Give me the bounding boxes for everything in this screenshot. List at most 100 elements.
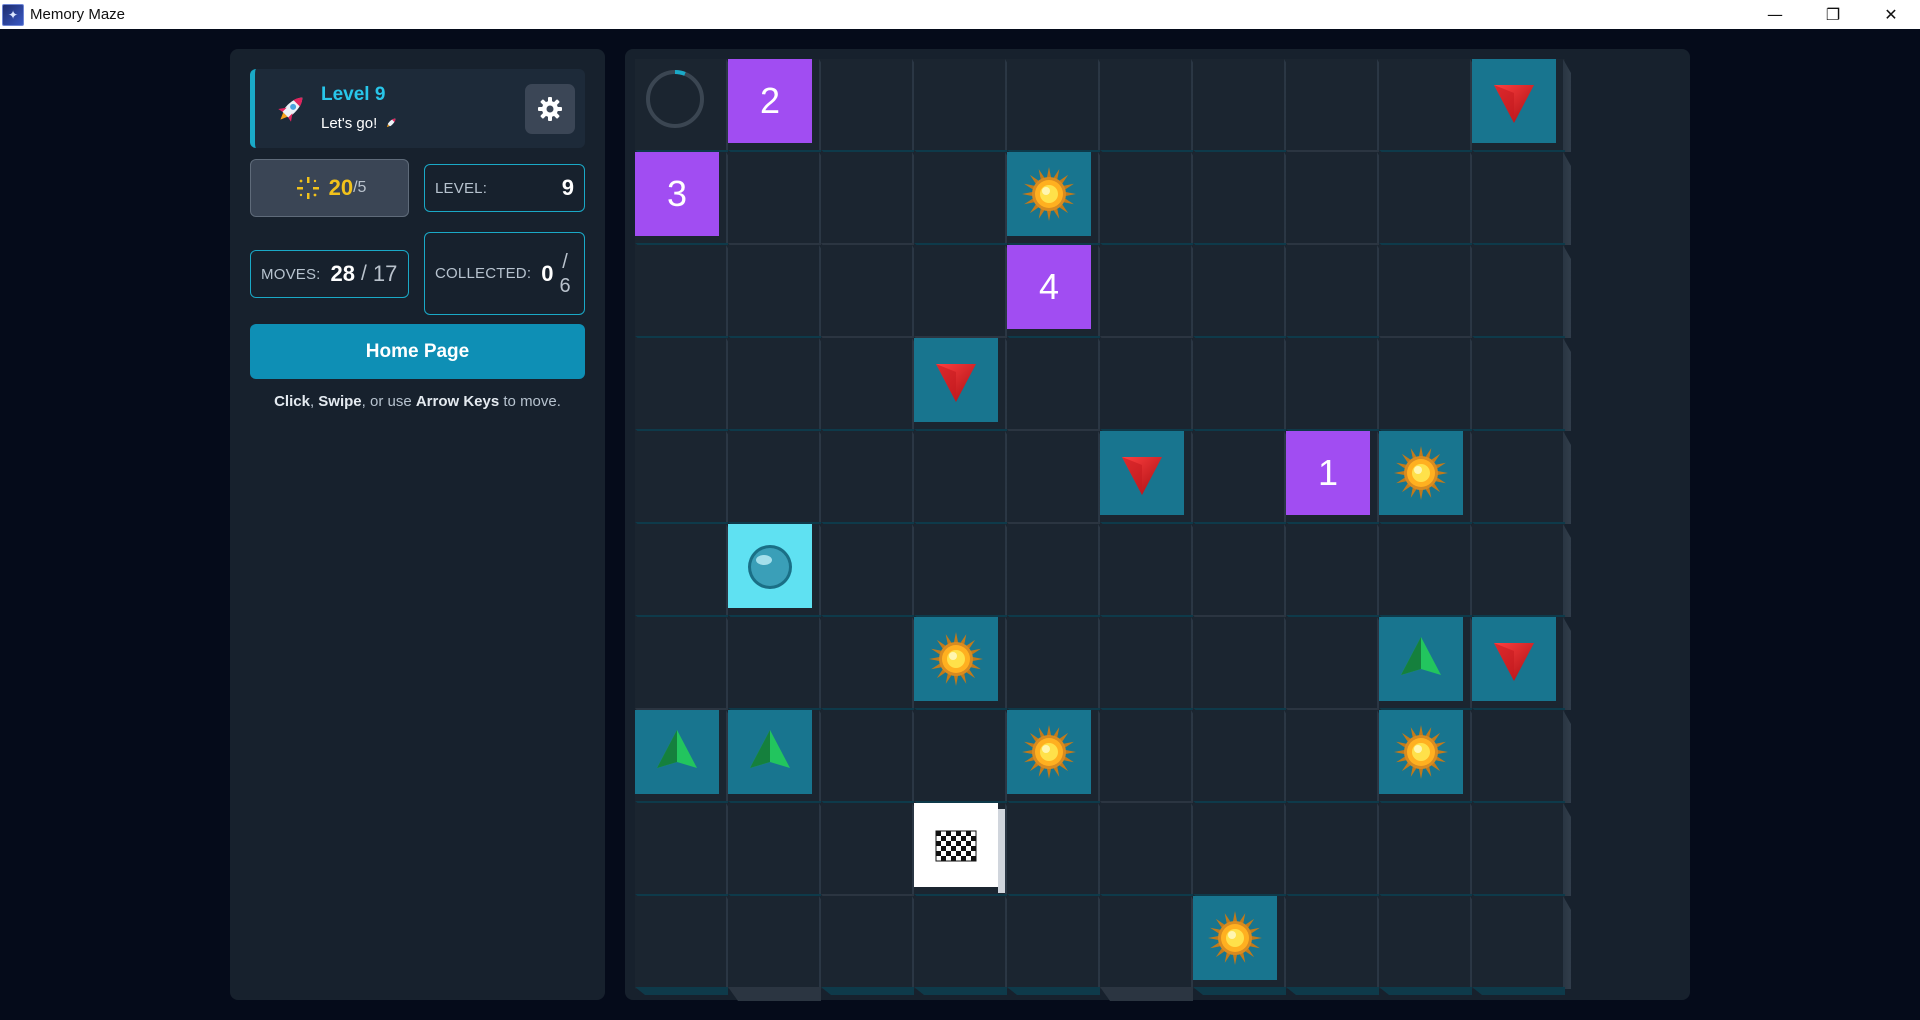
maze-cell[interactable] — [1379, 803, 1472, 896]
maze-cell[interactable] — [635, 338, 728, 431]
maze-cell[interactable] — [914, 431, 1007, 524]
maze-cell[interactable] — [1100, 59, 1193, 152]
maze-cell[interactable] — [1286, 152, 1379, 245]
maze-cell[interactable] — [1007, 431, 1100, 524]
maze-cell[interactable] — [1379, 524, 1472, 617]
maze-cell[interactable] — [1286, 59, 1379, 152]
maze-cell[interactable] — [728, 896, 821, 989]
maze-cell[interactable] — [1379, 896, 1472, 989]
game-board: 23 4 1 — [625, 49, 1690, 1000]
maze-cell[interactable] — [1193, 59, 1286, 152]
maze-cell[interactable] — [1007, 617, 1100, 710]
maze-cell[interactable] — [1286, 896, 1379, 989]
maze-cell[interactable] — [728, 803, 821, 896]
maze-cell[interactable] — [821, 431, 914, 524]
maze-cell[interactable] — [821, 710, 914, 803]
maze-cell[interactable] — [728, 338, 821, 431]
moves-max: 17 — [372, 261, 398, 286]
maze-cell[interactable] — [728, 152, 821, 245]
maze-cell[interactable] — [1193, 617, 1286, 710]
maze-cell[interactable] — [1193, 152, 1286, 245]
maze-cell[interactable] — [1100, 152, 1193, 245]
maze-cell[interactable] — [635, 245, 728, 338]
maze-cell[interactable] — [821, 152, 914, 245]
maze-cell[interactable] — [914, 896, 1007, 989]
sun-tile — [1007, 710, 1091, 794]
maze-cell[interactable] — [821, 59, 914, 152]
maze-cell[interactable] — [1472, 803, 1565, 896]
maze-cell[interactable] — [1100, 710, 1193, 803]
maze-cell[interactable] — [1193, 524, 1286, 617]
maze-cell[interactable] — [1472, 152, 1565, 245]
maze-grid[interactable]: 23 4 1 — [635, 59, 1575, 999]
maze-cell[interactable] — [728, 245, 821, 338]
maze-cell[interactable] — [1472, 896, 1565, 989]
down-arrow-tile — [1100, 431, 1184, 515]
maze-cell[interactable] — [821, 803, 914, 896]
maze-cell[interactable] — [1100, 803, 1193, 896]
maze-cell[interactable] — [1379, 59, 1472, 152]
maze-cell[interactable] — [1286, 710, 1379, 803]
maze-cell[interactable] — [914, 245, 1007, 338]
maze-cell[interactable] — [728, 617, 821, 710]
maze-cell[interactable] — [1193, 338, 1286, 431]
maze-cell[interactable] — [1100, 617, 1193, 710]
maze-cell[interactable] — [1007, 803, 1100, 896]
settings-button[interactable] — [525, 84, 575, 134]
maze-cell[interactable] — [1286, 803, 1379, 896]
maze-cell[interactable] — [1286, 245, 1379, 338]
maze-cell[interactable] — [1286, 524, 1379, 617]
down-arrow-icon — [1494, 643, 1534, 681]
maze-cell[interactable] — [635, 617, 728, 710]
score-value: 20 — [328, 175, 354, 200]
maze-cell[interactable] — [1100, 896, 1193, 989]
maze-cell[interactable] — [821, 617, 914, 710]
maze-cell[interactable] — [635, 431, 728, 524]
home-page-button[interactable]: Home Page — [250, 324, 585, 379]
minimize-button[interactable]: — — [1746, 0, 1804, 29]
score-box: 20 /5 — [250, 159, 409, 217]
maze-cell[interactable] — [1472, 524, 1565, 617]
level-title: Level 9 — [321, 84, 386, 105]
sun-icon — [1022, 725, 1076, 779]
maze-cell[interactable] — [914, 710, 1007, 803]
maze-cell[interactable] — [1100, 338, 1193, 431]
moves-separator: / — [361, 262, 367, 285]
maze-cell[interactable] — [1007, 524, 1100, 617]
maze-cell[interactable] — [1286, 617, 1379, 710]
restore-button[interactable]: ❐ — [1804, 0, 1862, 29]
maze-cell[interactable] — [1379, 338, 1472, 431]
maze-cell[interactable] — [914, 524, 1007, 617]
maze-cell[interactable] — [1100, 524, 1193, 617]
maze-cell[interactable] — [821, 524, 914, 617]
maze-cell[interactable] — [1379, 152, 1472, 245]
maze-cell[interactable] — [635, 803, 728, 896]
maze-cell[interactable] — [821, 245, 914, 338]
maze-cell[interactable] — [728, 431, 821, 524]
hint-arrow-keys: Arrow Keys — [415, 393, 500, 410]
maze-cell[interactable] — [635, 896, 728, 989]
maze-cell[interactable] — [1193, 803, 1286, 896]
maze-cell[interactable] — [635, 524, 728, 617]
maze-cell[interactable] — [914, 152, 1007, 245]
maze-cell[interactable] — [1007, 896, 1100, 989]
maze-cell[interactable] — [1472, 338, 1565, 431]
down-arrow-tile — [1472, 59, 1556, 143]
maze-cell[interactable] — [1193, 245, 1286, 338]
maze-cell[interactable] — [1007, 338, 1100, 431]
maze-cell[interactable] — [1007, 59, 1100, 152]
maze-cell[interactable] — [1193, 431, 1286, 524]
maze-cell[interactable] — [1472, 431, 1565, 524]
maze-cell[interactable] — [1379, 245, 1472, 338]
maze-cell[interactable] — [1286, 338, 1379, 431]
side-panel: Level 9 Let's go! 20 /5 LEVEL: 9 MOVES: … — [230, 49, 605, 1000]
maze-cell[interactable] — [1472, 710, 1565, 803]
maze-cell[interactable] — [821, 896, 914, 989]
maze-cell[interactable] — [1472, 245, 1565, 338]
maze-cell[interactable] — [1193, 710, 1286, 803]
collected-fraction: / 6 — [559, 250, 570, 298]
maze-cell[interactable] — [914, 59, 1007, 152]
close-button[interactable]: ✕ — [1862, 0, 1920, 29]
maze-cell[interactable] — [1100, 245, 1193, 338]
maze-cell[interactable] — [821, 338, 914, 431]
